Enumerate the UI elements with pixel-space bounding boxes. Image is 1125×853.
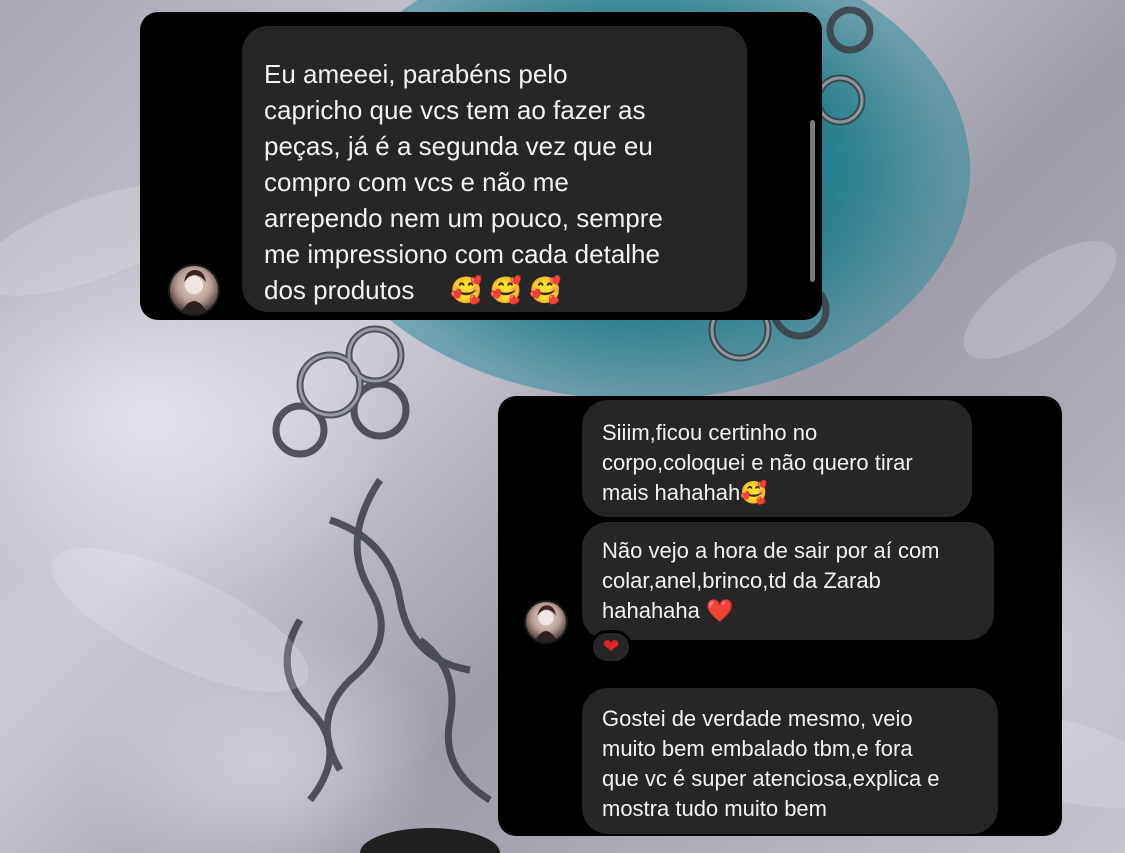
bottom-chat-card: Siiim,ficou certinho no corpo,coloquei e… [498,396,1062,836]
smiling-hearts-emoji: 🥰 [740,480,768,505]
message-bubble[interactable]: Siiim,ficou certinho no corpo,coloquei e… [582,400,972,517]
sender-avatar[interactable] [524,600,568,644]
message-bubble[interactable]: Não vejo a hora de sair por aí com colar… [582,522,994,640]
message-text: Não vejo a hora de sair por aí com colar… [602,538,940,623]
message-text: Eu ameeei, parabéns pelo capricho que vc… [264,59,663,305]
smiling-hearts-emoji: 🥰 🥰 🥰 [450,275,562,305]
message-text: Gostei de verdade mesmo, veio muito bem … [602,706,940,821]
user-avatar-icon [534,605,558,642]
message-bubble[interactable]: Gostei de verdade mesmo, veio muito bem … [582,688,998,834]
scrollbar[interactable] [810,120,815,282]
heart-icon: ❤ [602,636,620,658]
user-avatar-icon [180,270,208,314]
message-bubble[interactable]: Eu ameeei, parabéns pelo capricho que vc… [242,26,747,312]
heart-reaction[interactable]: ❤ [590,630,632,664]
top-chat-card: Eu ameeei, parabéns pelo capricho que vc… [140,12,822,320]
red-heart-emoji: ❤️ [706,598,734,623]
sender-avatar[interactable] [168,264,220,316]
